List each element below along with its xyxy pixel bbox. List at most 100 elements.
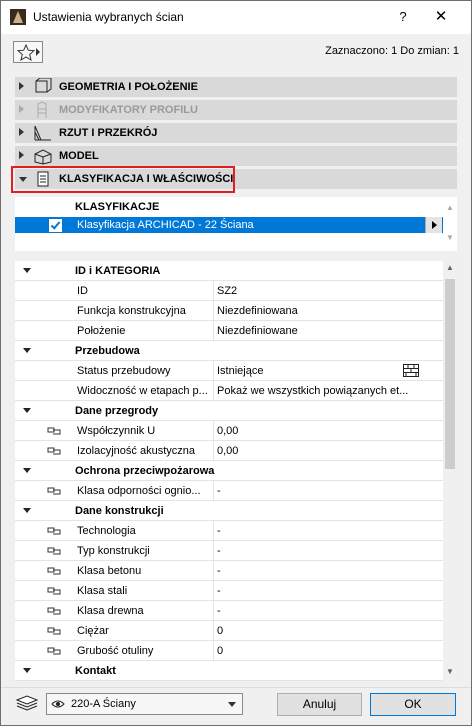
property-value[interactable]: 0,00 [217,425,437,437]
property-group[interactable]: Ochrona przeciwpożarowa [15,461,443,481]
property-row[interactable]: Widoczność w etapach p... Pokaż we wszyst… [15,381,443,401]
link-icon [47,607,61,615]
property-name: Widoczność w etapach p... [77,385,208,397]
property-name: Klasa betonu [77,565,142,577]
property-row[interactable]: Technologia - [15,521,443,541]
section-label: RZUT I PRZEKRÓJ [59,127,158,139]
section-plan-section[interactable]: RZUT I PRZEKRÓJ [15,123,457,143]
scroll-up-icon[interactable]: ▲ [446,263,454,272]
property-value[interactable]: - [217,545,437,557]
classification-label: Klasyfikacja ARCHICAD - 22 Ściana [77,219,254,231]
scroll-thumb[interactable] [445,279,455,469]
highlight-box [11,166,235,193]
link-icon [47,447,61,455]
section-profile-modifiers: MODYFIKATORY PROFILU [15,100,457,120]
link-icon [47,627,61,635]
scroll-up-icon[interactable]: ▲ [446,203,454,212]
expand-arrow-icon [19,105,24,113]
property-group[interactable]: Przebudowa [15,341,443,361]
collapse-arrow-icon[interactable] [23,408,31,413]
property-value[interactable]: Pokaż we wszystkich powiązanych et... [217,385,437,397]
favorites-button[interactable] [13,41,43,63]
property-value[interactable]: - [217,585,437,597]
column-divider [213,581,214,600]
classification-row[interactable]: Klasyfikacja ARCHICAD - 22 Ściana [15,217,443,233]
property-value[interactable]: 0 [217,625,437,637]
property-value[interactable]: SZ2 [217,285,437,297]
property-name: Grubość otuliny [77,645,154,657]
cancel-button[interactable]: Anuluj [277,693,362,716]
property-row[interactable]: Izolacyjność akustyczna 0,00 [15,441,443,461]
property-row[interactable]: Klasa drewna - [15,601,443,621]
property-value[interactable]: 0 [217,645,437,657]
classification-checkbox[interactable] [49,219,62,232]
property-row[interactable]: Współczynnik U 0,00 [15,421,443,441]
property-group[interactable]: Dane przegrody [15,401,443,421]
scroll-down-icon[interactable]: ▼ [446,667,454,676]
property-group[interactable]: Dane konstrukcji [15,501,443,521]
window-title: Ustawienia wybranych ścian [33,10,184,24]
property-row[interactable]: Grubość otuliny 0 [15,641,443,661]
property-row[interactable]: ID SZ2 [15,281,443,301]
collapse-arrow-icon[interactable] [23,668,31,673]
property-value[interactable]: - [217,525,437,537]
property-value[interactable]: - [217,565,437,577]
link-icon [47,487,61,495]
property-name: Status przebudowy [77,365,171,377]
section-label: MODEL [59,150,99,162]
floor-plan-section-icon [34,125,51,141]
layers-icon[interactable] [15,694,39,712]
property-group[interactable]: Kontakt [15,661,443,681]
classification-panel: KLASYFIKACJE Klasyfikacja ARCHICAD - 22 … [15,197,457,251]
property-value[interactable]: 0,00 [217,445,437,457]
section-label: MODYFIKATORY PROFILU [59,104,198,116]
layer-dropdown[interactable]: 220-A Ściany [46,693,243,715]
collapse-arrow-icon[interactable] [23,268,31,273]
property-name: Klasa odporności ognio... [77,485,201,497]
property-value[interactable]: - [217,485,437,497]
group-name: Przebudowa [75,345,140,357]
group-name: Dane konstrukcji [75,505,164,517]
expand-arrow-icon [19,128,24,136]
property-row[interactable]: Funkcja konstrukcyjna Niezdefiniowana [15,301,443,321]
eye-icon [51,700,65,708]
column-divider [213,321,214,340]
model-box-icon [34,149,52,165]
close-button[interactable]: ✕ [431,7,451,27]
link-icon [47,567,61,575]
property-value[interactable]: Niezdefiniowana [217,305,437,317]
section-geometry[interactable]: GEOMETRIA I POŁOŻENIE [15,77,457,97]
footer-divider [1,687,471,688]
section-model[interactable]: MODEL [15,146,457,166]
column-divider [213,381,214,400]
group-name: Kontakt [75,665,116,677]
property-name: Typ konstrukcji [77,545,150,557]
property-row[interactable]: Położenie Niezdefiniowane [15,321,443,341]
collapse-arrow-icon[interactable] [23,468,31,473]
column-divider [213,421,214,440]
property-row[interactable]: Klasa betonu - [15,561,443,581]
property-value[interactable]: - [217,605,437,617]
property-row[interactable]: Ciężar 0 [15,621,443,641]
column-divider [213,641,214,660]
collapse-arrow-icon[interactable] [23,508,31,513]
property-row[interactable]: Status przebudowy Istniejące [15,361,443,381]
profile-modifier-icon [37,101,47,118]
scroll-down-icon[interactable]: ▼ [446,233,454,242]
brick-icon[interactable] [403,364,419,377]
ok-button[interactable]: OK [370,693,456,716]
property-name: ID [77,285,88,297]
help-button[interactable]: ? [393,7,413,27]
properties-scrollbar[interactable]: ▲ ▼ [443,261,457,681]
column-divider [213,601,214,620]
collapse-arrow-icon[interactable] [23,348,31,353]
selection-info: Zaznaczono: 1 Do zmian: 1 [325,45,459,57]
property-row[interactable]: Klasa odporności ognio... - [15,481,443,501]
property-group[interactable]: ID i KATEGORIA [15,261,443,281]
property-value[interactable]: Niezdefiniowane [217,325,437,337]
column-divider [213,621,214,640]
classification-header: KLASYFIKACJE [75,201,160,213]
property-row[interactable]: Klasa stali - [15,581,443,601]
property-row[interactable]: Typ konstrukcji - [15,541,443,561]
classification-picker-button[interactable] [425,217,442,233]
